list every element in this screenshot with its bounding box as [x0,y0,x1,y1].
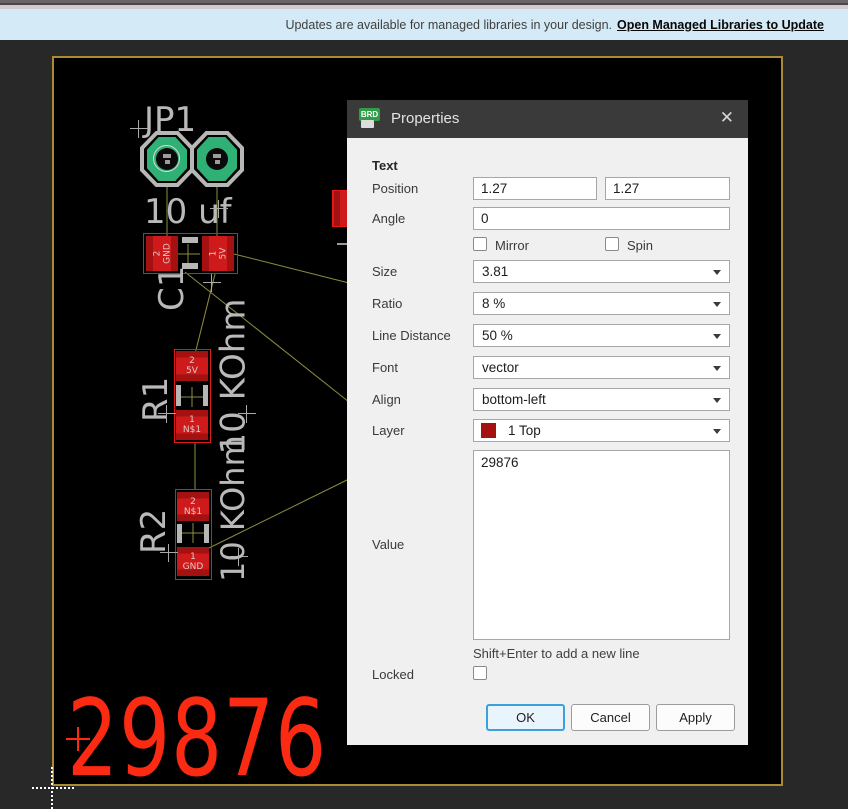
chevron-down-icon [713,366,721,371]
c1-pad-5v[interactable]: 1 5V [202,236,234,271]
dialog-body: Text Position Angle Mirror Spin Size 3.8… [347,138,748,745]
origin-crosshair-v [51,767,53,809]
locked-checkbox[interactable] [473,666,487,680]
chevron-down-icon [713,334,721,339]
layer-dropdown[interactable]: 1 Top [473,419,730,442]
align-label: Align [372,392,401,407]
position-y-input[interactable] [605,177,730,200]
layer-color-swatch [481,423,496,438]
crosshair-10uf [210,200,228,218]
mirror-label: Mirror [495,238,529,253]
close-icon[interactable]: ✕ [720,108,734,128]
crosshair-r1-left [158,405,176,423]
position-label: Position [372,181,419,196]
line-distance-label: Line Distance [372,328,451,343]
spin-label: Spin [627,238,654,253]
ok-button[interactable]: OK [486,704,565,731]
dialog-titlebar[interactable]: BRD Properties ✕ [347,100,748,138]
section-heading-text: Text [372,158,398,173]
r1-pad-5v[interactable]: 2 5V [176,351,208,381]
origin-crosshair-h [32,787,74,789]
drill-hole [156,148,178,170]
ratio-label: Ratio [372,296,403,311]
font-label: Font [372,360,399,375]
crosshair-r2-left [160,544,178,562]
chevron-down-icon [713,270,721,275]
position-x-input[interactable] [473,177,597,200]
chevron-down-icon [713,429,721,434]
layer-label: Layer [372,423,405,438]
component-value-r2[interactable]: 10 KOhm [214,422,252,582]
font-dropdown[interactable]: vector [473,356,730,379]
jp1-pad-2[interactable] [190,131,244,187]
value-textarea[interactable]: 29876 [473,450,730,640]
cancel-button[interactable]: Cancel [571,704,650,731]
chevron-down-icon [713,398,721,403]
angle-input[interactable] [473,207,730,230]
drill-hole [206,148,228,170]
locked-label: Locked [372,667,414,682]
brd-file-icon: BRD [359,108,383,130]
apply-button[interactable]: Apply [656,704,735,731]
open-managed-libraries-link[interactable]: Open Managed Libraries to Update [617,18,824,32]
r2-pad-n1[interactable]: 2 N$1 [177,492,209,521]
line-distance-dropdown[interactable]: 50 % [473,324,730,347]
align-dropdown[interactable]: bottom-left [473,388,730,411]
r2-pad-gnd[interactable]: 1 GND [177,547,209,576]
shift-enter-hint: Shift+Enter to add a new line [473,646,640,661]
jp1-pad-1[interactable] [140,131,194,187]
crosshair-text-origin [66,727,90,751]
notification-message: Updates are available for managed librar… [285,17,613,32]
managed-libraries-notification-bar: Updates are available for managed librar… [0,9,848,40]
r1-pad-n1[interactable]: 1 N$1 [176,410,208,440]
properties-dialog: BRD Properties ✕ Text Position Angle Mir… [347,100,748,745]
mirror-checkbox[interactable] [473,237,487,251]
size-dropdown[interactable]: 3.81 [473,260,730,283]
chevron-down-icon [713,302,721,307]
value-label: Value [372,537,405,552]
ratio-dropdown[interactable]: 8 % [473,292,730,315]
board-text-29876[interactable]: 29876 [67,686,327,792]
spin-checkbox[interactable] [605,237,619,251]
angle-label: Angle [372,211,406,226]
dialog-title: Properties [391,110,460,127]
size-label: Size [372,264,398,279]
component-name-c1[interactable]: C1 [152,266,192,311]
